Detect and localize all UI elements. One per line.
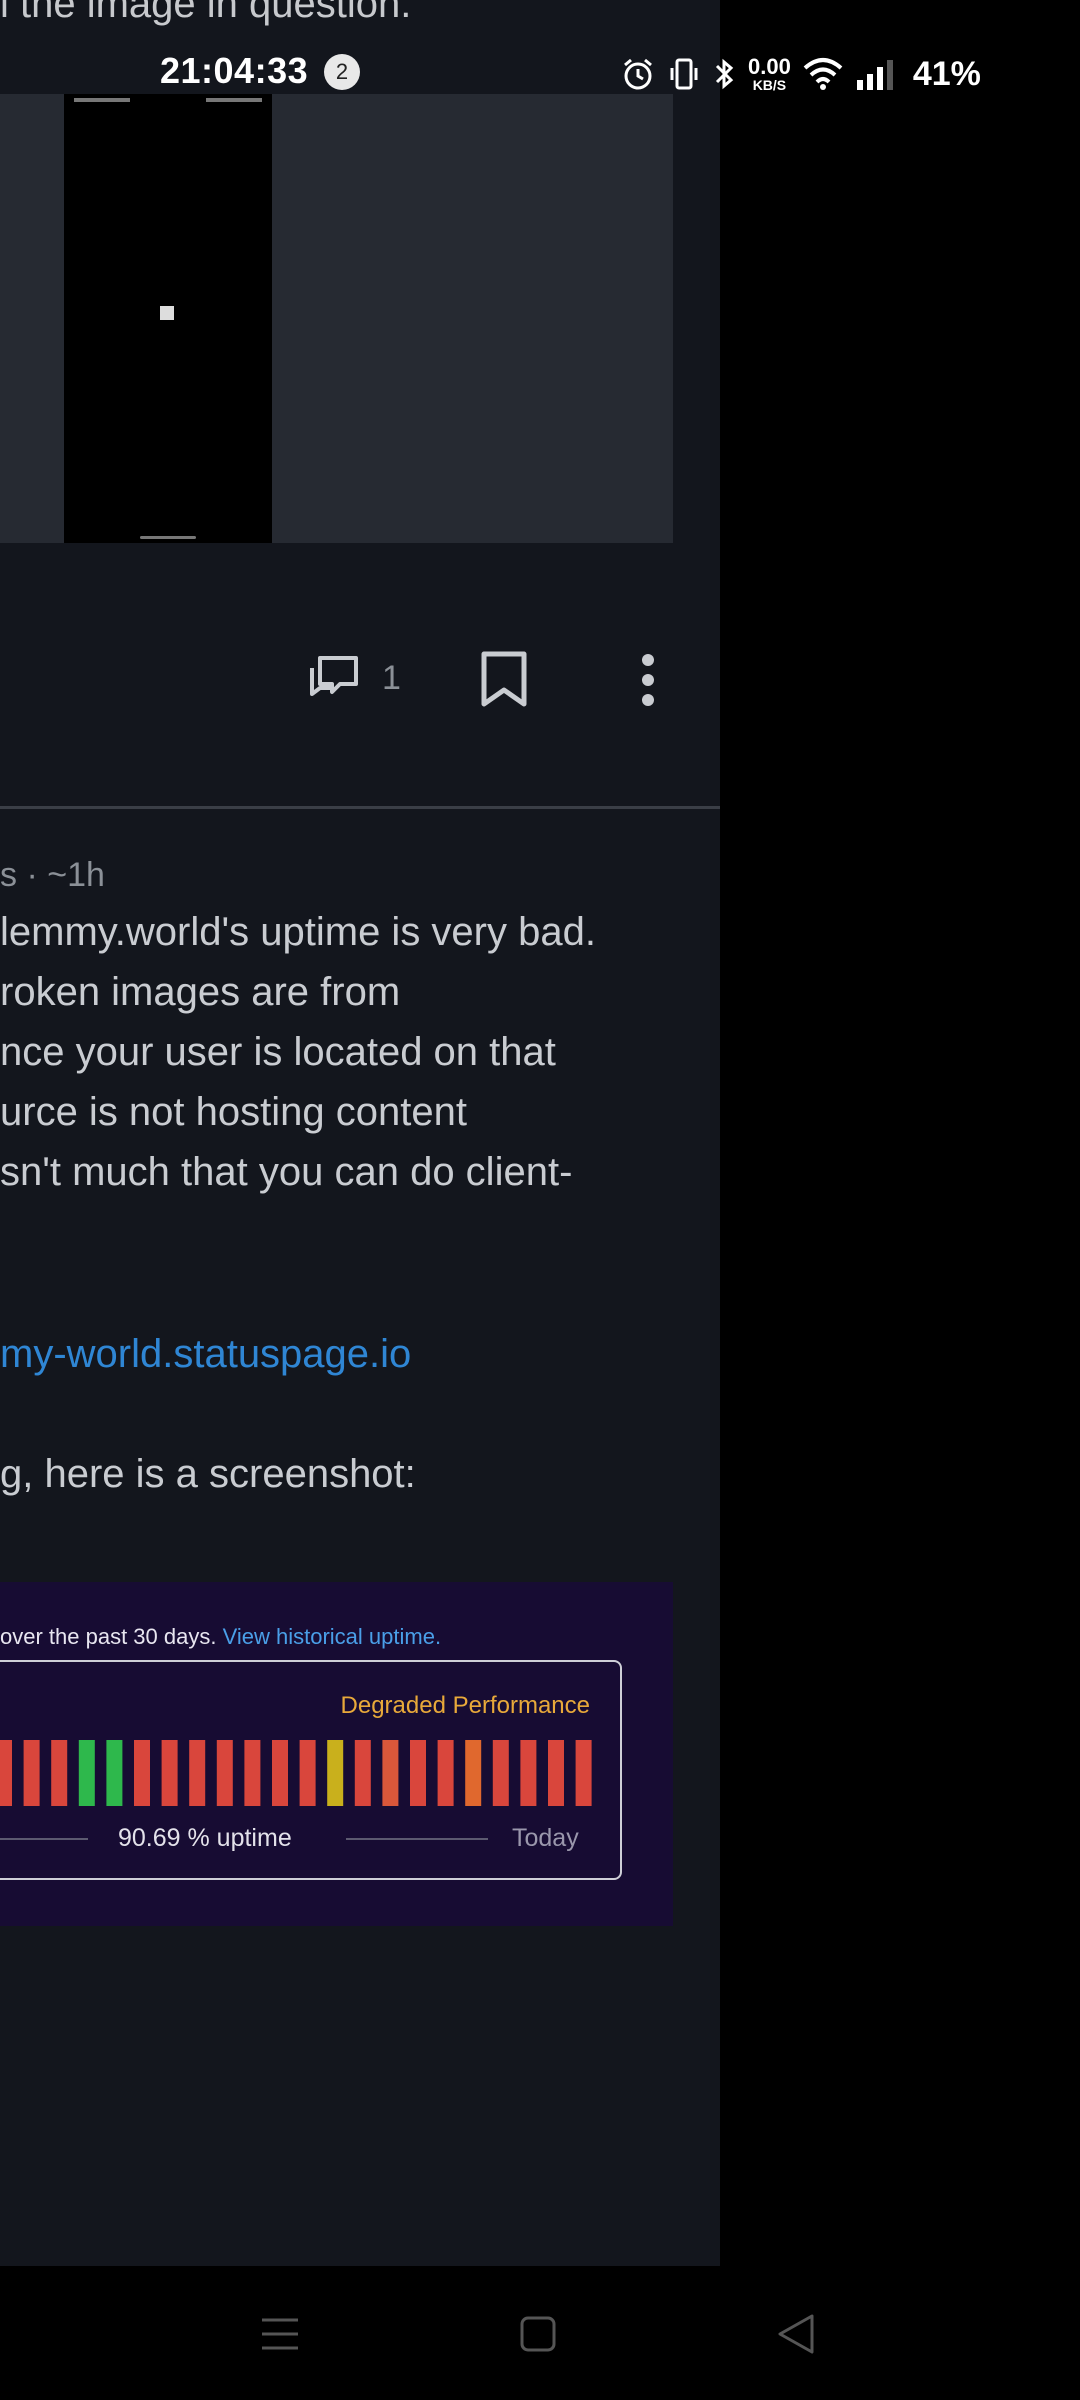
comment-line: nce your user is located on that <box>0 1030 556 1074</box>
more-options-button[interactable] <box>630 652 666 708</box>
signal-icon <box>856 60 893 90</box>
uptime-day-bar <box>382 1740 399 1806</box>
more-vertical-icon <box>642 654 654 706</box>
network-speed: 0.00 KB/S <box>748 54 791 93</box>
uptime-day-bar <box>244 1740 261 1806</box>
uptime-day-bar <box>134 1740 150 1806</box>
uptime-day-bar <box>272 1740 288 1806</box>
uptime-bars <box>0 1740 592 1806</box>
status-icons: 0.00 KB/S 41% <box>620 54 981 94</box>
post-image[interactable] <box>0 94 673 543</box>
system-nav-bar <box>0 2266 1080 2400</box>
home-square-icon <box>520 2316 556 2352</box>
uptime-day-bar <box>437 1740 454 1806</box>
alarm-icon <box>624 58 652 90</box>
menu-icon <box>262 2318 298 2350</box>
speed-unit: KB/S <box>752 77 787 93</box>
status-caption-text: over the past 30 days. <box>0 1624 217 1649</box>
back-button[interactable] <box>766 2304 826 2364</box>
uptime-rule <box>346 1838 488 1840</box>
screenshot-thumbnail <box>64 94 272 543</box>
uptime-day-bar <box>410 1740 426 1806</box>
battery-level: 41% <box>912 54 981 93</box>
uptime-day-bar <box>216 1740 233 1806</box>
vibrate-icon <box>670 58 698 90</box>
app-content: l the image in question. 1 s · ~1h lemmy… <box>0 0 720 2266</box>
divider <box>0 806 720 809</box>
uptime-day-bar <box>327 1740 344 1806</box>
uptime-day-bar <box>51 1740 68 1806</box>
comment-count: 1 <box>382 658 401 697</box>
home-button[interactable] <box>508 2304 568 2364</box>
uptime-percent: 90.69 % uptime <box>118 1824 292 1852</box>
uptime-card: Degraded Performance 90.69 % uptime Toda… <box>0 1660 622 1880</box>
comment-line: g, here is a screenshot: <box>0 1452 416 1496</box>
post-actions-bar: 1 <box>0 650 720 724</box>
uptime-day-bar <box>520 1740 537 1806</box>
uptime-day-bar <box>575 1740 592 1806</box>
wifi-icon <box>803 58 843 90</box>
clock: 21:04:33 <box>160 50 309 91</box>
comment-line: urce is not hosting content <box>0 1090 467 1134</box>
uptime-day-bar <box>106 1740 123 1806</box>
uptime-rule <box>0 1838 88 1840</box>
comments-icon <box>310 656 358 696</box>
statuspage-link[interactable]: my-world.statuspage.io <box>0 1324 411 1384</box>
uptime-day-bar <box>189 1740 206 1806</box>
comment-line: sn't much that you can do client- <box>0 1150 573 1194</box>
uptime-day-bar <box>354 1740 371 1806</box>
bluetooth-icon <box>715 58 734 90</box>
post-body-tail: l the image in question. <box>0 0 412 26</box>
status-caption: over the past 30 days. View historical u… <box>0 1624 441 1650</box>
uptime-day-bar <box>161 1740 178 1806</box>
status-screenshot[interactable]: over the past 30 days. View historical u… <box>0 1582 673 1926</box>
uptime-day-bar <box>0 1740 12 1806</box>
notification-badge: 2 <box>324 54 360 90</box>
today-label: Today <box>512 1824 579 1852</box>
status-label: Degraded Performance <box>340 1692 590 1719</box>
back-triangle-icon <box>778 2314 814 2354</box>
uptime-day-bar <box>492 1740 509 1806</box>
uptime-day-bar <box>548 1740 564 1806</box>
comment-line: roken images are from <box>0 970 401 1014</box>
comment-meta: s · ~1h <box>0 856 105 894</box>
comment-body: lemmy.world's uptime is very bad. roken … <box>0 902 596 1202</box>
uptime-day-bar <box>23 1740 40 1806</box>
uptime-day-bar <box>299 1740 316 1806</box>
uptime-day-bar <box>78 1740 95 1806</box>
comments-button[interactable]: 1 <box>306 650 401 706</box>
recent-apps-button[interactable] <box>250 2304 310 2364</box>
bookmark-icon <box>481 651 527 707</box>
speed-value: 0.00 <box>748 54 791 79</box>
broken-image-icon <box>160 306 174 320</box>
status-bar: 21:04:33 2 0.00 KB/S 41% <box>0 40 1080 104</box>
save-button[interactable] <box>478 650 530 708</box>
thumbnail-home-bar <box>140 536 196 539</box>
uptime-row: 90.69 % uptime Today <box>0 1822 602 1856</box>
uptime-day-bar <box>465 1740 482 1806</box>
historical-uptime-link: View historical uptime. <box>222 1624 442 1649</box>
comment-line: lemmy.world's uptime is very bad. <box>0 910 596 954</box>
